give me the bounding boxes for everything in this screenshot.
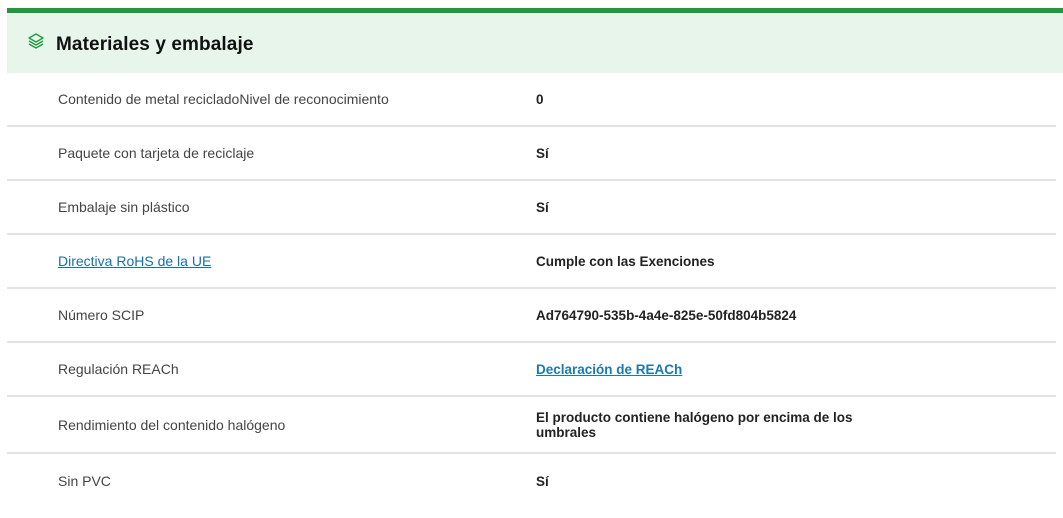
spec-label: Rendimiento del contenido halógeno bbox=[58, 416, 286, 433]
table-row: Contenido de metal recicladoNivel de rec… bbox=[7, 73, 1056, 127]
spec-value: Ad764790-535b-4a4e-825e-50fd804b5824 bbox=[536, 307, 797, 323]
spec-label: Contenido de metal recicladoNivel de rec… bbox=[58, 91, 389, 107]
spec-value: Sí bbox=[536, 199, 549, 215]
materials-packaging-panel: Materiales y embalaje Contenido de metal… bbox=[0, 0, 1063, 518]
layers-icon bbox=[27, 32, 45, 50]
spec-label: Embalaje sin plástico bbox=[58, 199, 190, 215]
section-title: Materiales y embalaje bbox=[56, 34, 254, 55]
table-row: Embalaje sin plástico Sí bbox=[7, 181, 1056, 235]
spec-label: Regulación REACh bbox=[58, 361, 179, 377]
spec-value: Sí bbox=[536, 473, 549, 489]
spec-value: Cumple con las Exenciones bbox=[536, 253, 715, 269]
table-row: Regulación REACh Declaración de REACh bbox=[7, 343, 1056, 397]
spec-value: 0 bbox=[536, 91, 544, 107]
table-row: Paquete con tarjeta de reciclaje Sí bbox=[7, 127, 1056, 181]
spec-label: Sin PVC bbox=[58, 473, 111, 489]
table-row: Número SCIP Ad764790-535b-4a4e-825e-50fd… bbox=[7, 289, 1056, 343]
section-header[interactable]: Materiales y embalaje bbox=[7, 13, 1063, 73]
spec-value: El producto contiene halógeno por encima… bbox=[536, 409, 853, 440]
table-row: Directiva RoHS de la UE Cumple con las E… bbox=[7, 235, 1056, 289]
reach-declaration-link[interactable]: Declaración de REACh bbox=[536, 343, 916, 395]
table-row: Sin PVC Sí bbox=[7, 454, 1056, 508]
spec-label: Número SCIP bbox=[58, 307, 145, 323]
spec-table: Contenido de metal recicladoNivel de rec… bbox=[7, 73, 1056, 508]
rohs-directive-link[interactable]: Directiva RoHS de la UE bbox=[58, 235, 211, 287]
spec-value: Sí bbox=[536, 145, 549, 161]
table-row: Rendimiento del contenido halógeno El pr… bbox=[7, 397, 1056, 454]
spec-label: Paquete con tarjeta de reciclaje bbox=[58, 145, 255, 161]
